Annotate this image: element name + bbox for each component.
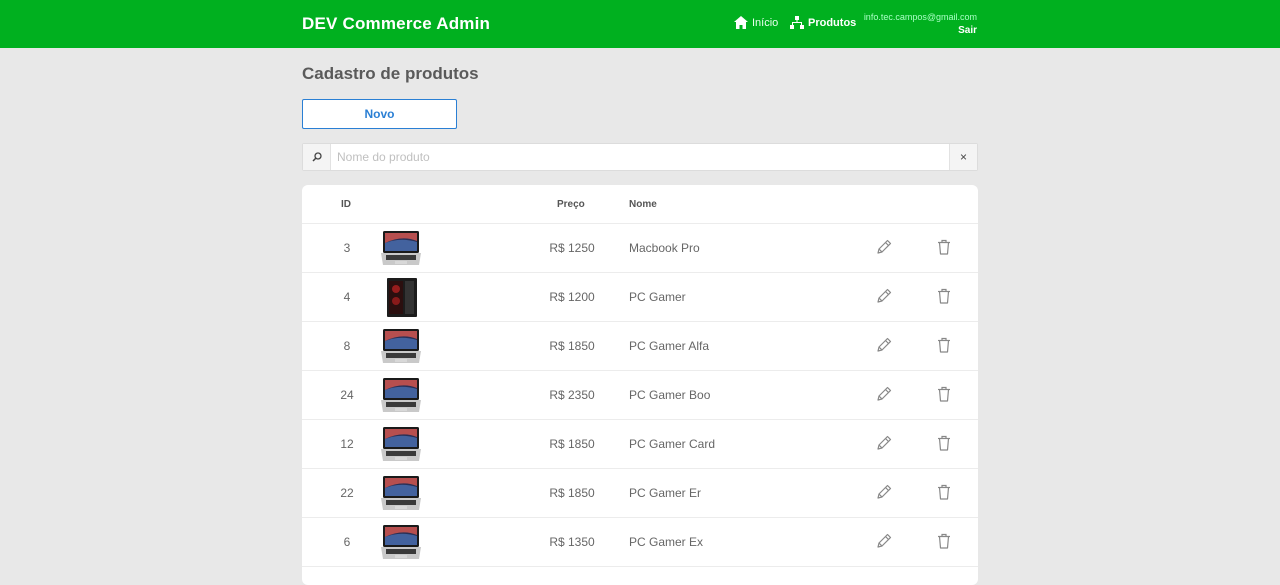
product-id: 3: [343, 241, 351, 255]
trash-icon[interactable]: [935, 336, 953, 354]
edit-icon[interactable]: [875, 483, 893, 501]
product-price: R$ 1850: [549, 486, 595, 500]
edit-icon[interactable]: [875, 532, 893, 550]
table-row: 22 R$ 1850 PC Gamer Er: [302, 469, 978, 518]
edit-icon[interactable]: [875, 434, 893, 452]
clear-search-button[interactable]: ×: [949, 144, 977, 170]
product-name: PC Gamer Card: [629, 437, 716, 451]
laptop-thumbnail: [380, 425, 422, 464]
page-title: Cadastro de produtos: [302, 64, 479, 83]
home-icon: [734, 16, 748, 29]
user-email: info.tec.campos@gmail.com: [863, 12, 977, 22]
edit-icon[interactable]: [875, 238, 893, 256]
laptop-thumbnail: [380, 523, 422, 562]
new-product-button[interactable]: Novo: [302, 99, 457, 129]
table-row: 6 R$ 1350 PC Gamer Ex: [302, 518, 978, 567]
product-id: 24: [340, 388, 354, 402]
trash-icon[interactable]: [935, 238, 953, 256]
product-name: PC Gamer: [629, 290, 686, 304]
product-id: 12: [340, 437, 354, 451]
product-price: R$ 1350: [549, 535, 595, 549]
laptop-thumbnail: [380, 229, 422, 268]
nav-products-label: Produtos: [808, 16, 857, 29]
product-price: R$ 1200: [549, 290, 595, 304]
brand-title[interactable]: DEV Commerce Admin: [302, 14, 490, 34]
trash-icon[interactable]: [935, 385, 953, 403]
nav-home-link[interactable]: Início: [734, 16, 778, 29]
sitemap-icon: [790, 16, 804, 29]
pc-tower-thumbnail: [380, 278, 422, 317]
product-name: PC Gamer Alfa: [629, 339, 710, 353]
user-menu: info.tec.campos@gmail.com Sair: [864, 11, 977, 37]
product-name: PC Gamer Boo: [629, 388, 711, 402]
trash-icon[interactable]: [935, 483, 953, 501]
table-row: 4 R$ 1200 PC Gamer: [302, 273, 978, 322]
edit-icon[interactable]: [875, 336, 893, 354]
product-price: R$ 1850: [549, 339, 595, 353]
product-name: PC Gamer Er: [629, 486, 702, 500]
product-name: Macbook Pro: [629, 241, 700, 255]
search-icon-box: [303, 144, 331, 170]
search-icon: [311, 152, 322, 162]
table-row: 3 R$ 1250 Macbook Pro: [302, 224, 978, 273]
table-row: 12 R$ 1850 PC Gamer Card: [302, 420, 978, 469]
table-row: 8 R$ 1850 PC Gamer Alfa: [302, 322, 978, 371]
edit-icon[interactable]: [875, 287, 893, 305]
laptop-thumbnail: [380, 376, 422, 415]
laptop-thumbnail: [380, 327, 422, 366]
product-price: R$ 1250: [549, 241, 595, 255]
edit-icon[interactable]: [875, 385, 893, 403]
column-header-name[interactable]: Nome: [629, 199, 657, 210]
product-name: PC Gamer Ex: [629, 535, 704, 549]
search-input[interactable]: [337, 148, 937, 166]
product-id: 8: [343, 339, 351, 353]
nav-products-link[interactable]: Produtos: [790, 16, 856, 29]
product-id: 6: [343, 535, 351, 549]
trash-icon[interactable]: [935, 532, 953, 550]
product-id: 22: [340, 486, 354, 500]
nav-home-label: Início: [752, 16, 779, 29]
table-header: ID Preço Nome: [302, 185, 978, 224]
laptop-thumbnail: [380, 474, 422, 513]
products-table: ID Preço Nome 3 R$ 1250 Macbook Pro 4 R$ 120…: [302, 185, 978, 585]
product-id: 4: [343, 290, 351, 304]
trash-icon[interactable]: [935, 434, 953, 452]
column-header-price[interactable]: Preço: [557, 199, 585, 210]
product-price: R$ 1850: [549, 437, 595, 451]
logout-link[interactable]: Sair: [864, 24, 977, 37]
table-row: 24 R$ 2350 PC Gamer Boo: [302, 371, 978, 420]
column-header-id[interactable]: ID: [341, 199, 351, 210]
trash-icon[interactable]: [935, 287, 953, 305]
search-bar: ×: [302, 143, 978, 171]
product-price: R$ 2350: [549, 388, 595, 402]
top-navbar: DEV Commerce Admin Início Produtos info.…: [0, 0, 1280, 48]
